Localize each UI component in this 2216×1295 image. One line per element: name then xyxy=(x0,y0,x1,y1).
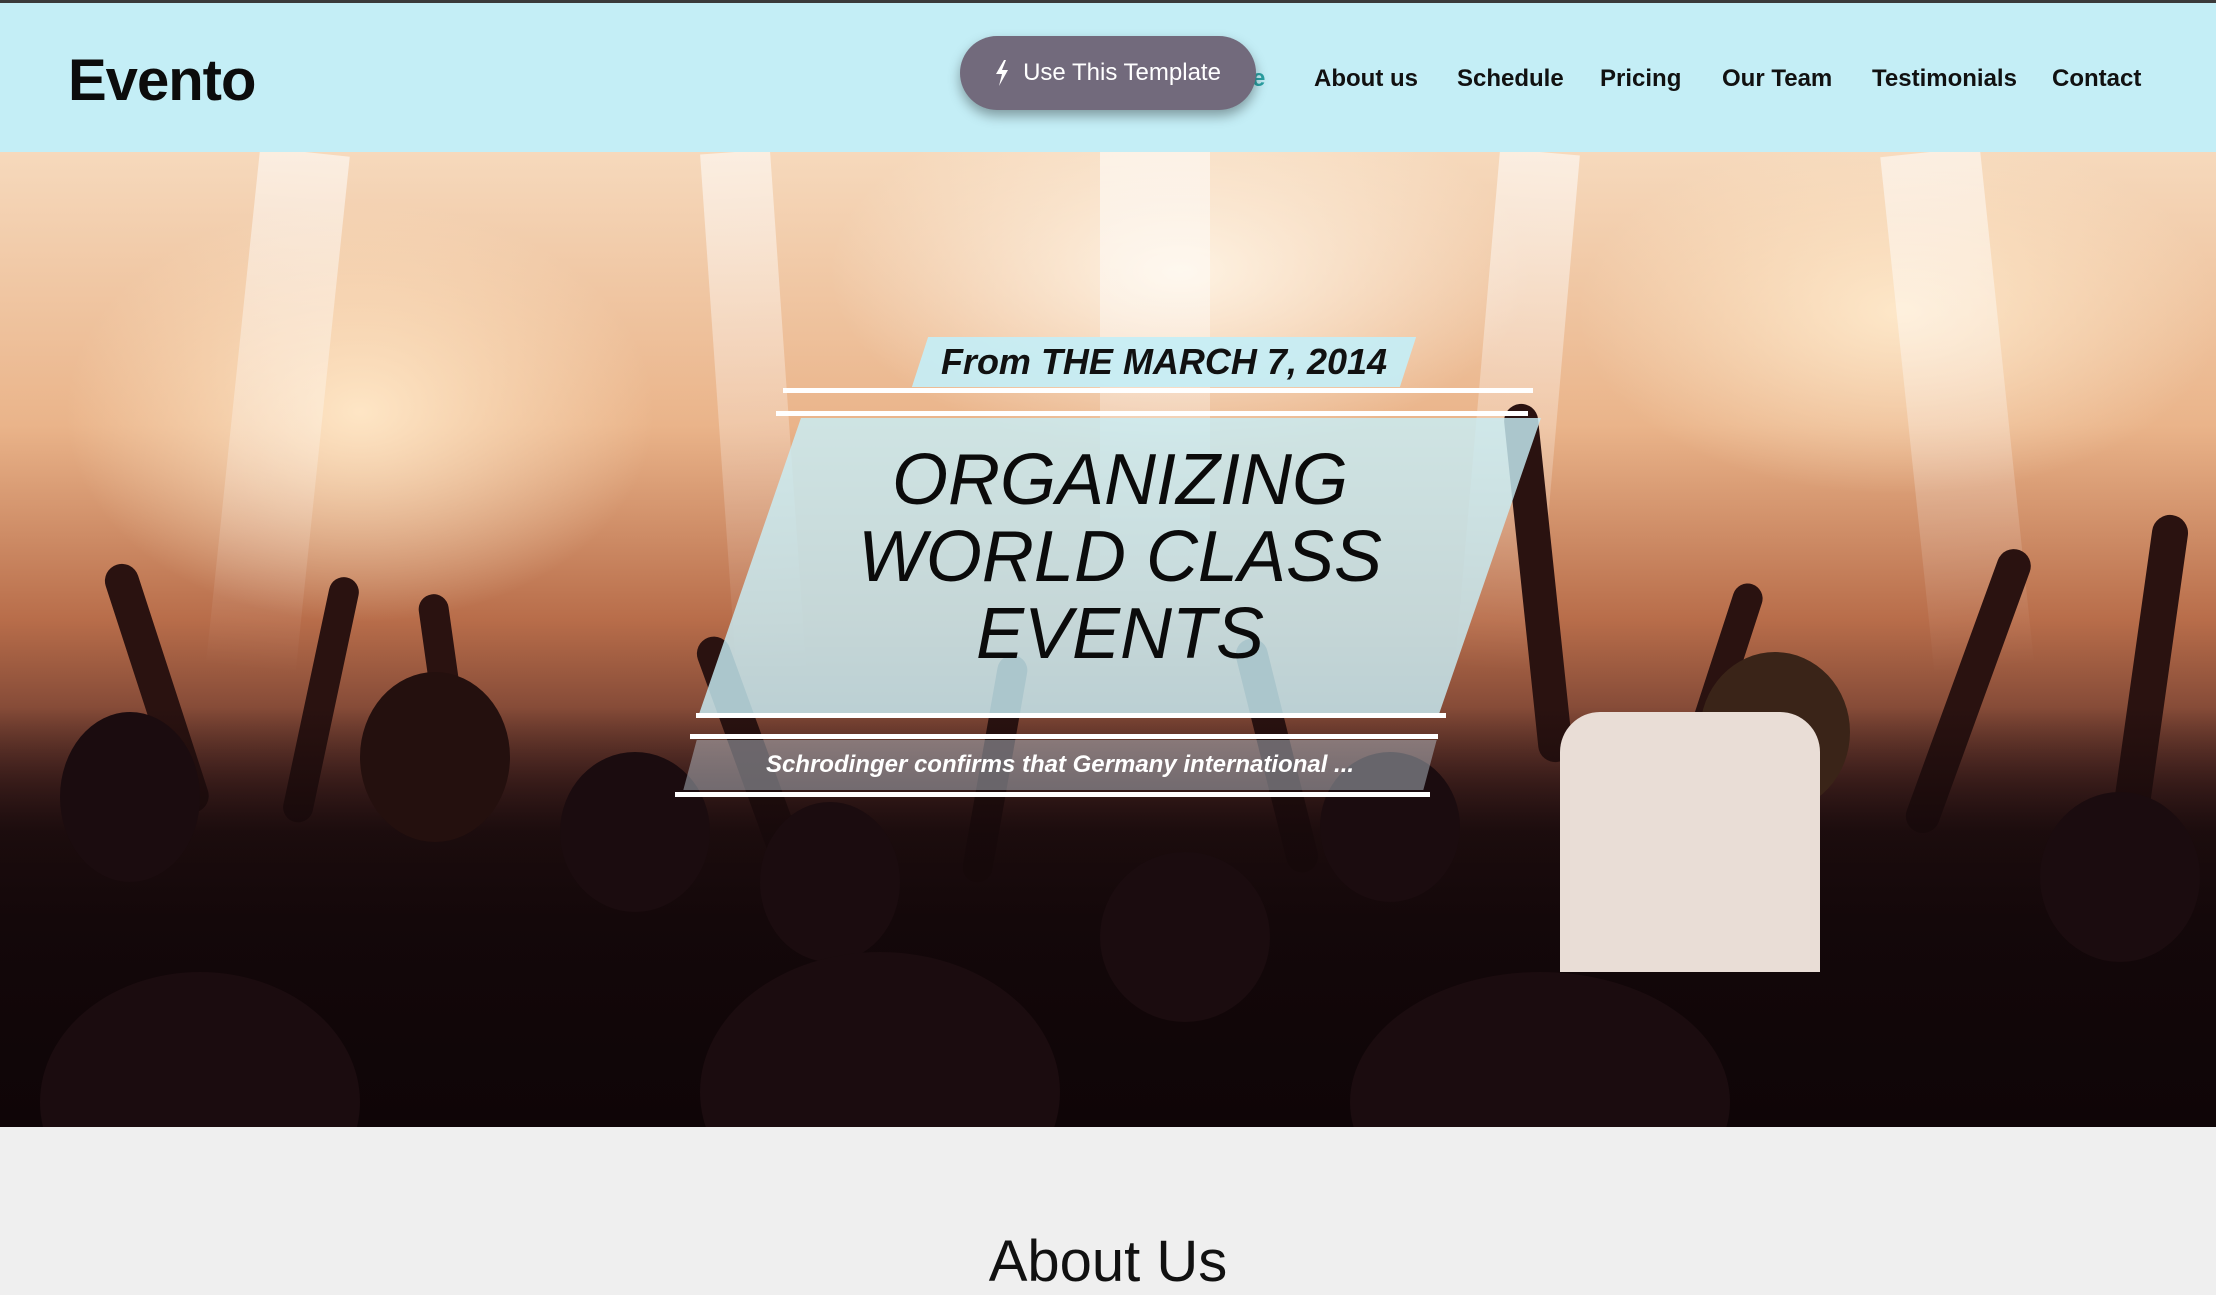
hero-title: ORGANIZING WORLD CLASS EVENTS xyxy=(790,442,1450,673)
use-template-label: Use This Template xyxy=(1023,59,1221,86)
nav-item-testimonials[interactable]: Testimonials xyxy=(1872,65,2017,93)
hero-title-line: EVENTS xyxy=(975,594,1265,674)
divider-line xyxy=(675,792,1430,797)
divider-line xyxy=(776,411,1528,416)
divider-line xyxy=(690,734,1438,739)
site-logo[interactable]: Evento xyxy=(68,47,256,114)
hero-title-line: ORGANIZING xyxy=(891,440,1348,520)
hero-title-line: WORLD CLASS xyxy=(857,517,1383,597)
lightning-icon xyxy=(996,60,1009,86)
nav-item-our-team[interactable]: Our Team xyxy=(1722,65,1832,93)
nav-item-about-us[interactable]: About us xyxy=(1314,65,1418,93)
hero-subtitle[interactable]: Schrodinger confirms that Germany intern… xyxy=(690,740,1430,790)
about-heading: About Us xyxy=(988,1229,1228,1294)
nav-item-pricing[interactable]: Pricing xyxy=(1600,65,1681,93)
divider-line xyxy=(783,388,1533,393)
site-header: Evento e About us Schedule Pricing Our T… xyxy=(0,3,2216,152)
divider-line xyxy=(696,713,1446,718)
nav-item-contact[interactable]: Contact xyxy=(2052,65,2141,93)
event-date: From THE MARCH 7, 2014 xyxy=(940,341,1388,382)
use-template-button[interactable]: Use This Template xyxy=(960,36,1256,110)
nav-item-schedule[interactable]: Schedule xyxy=(1457,65,1564,93)
